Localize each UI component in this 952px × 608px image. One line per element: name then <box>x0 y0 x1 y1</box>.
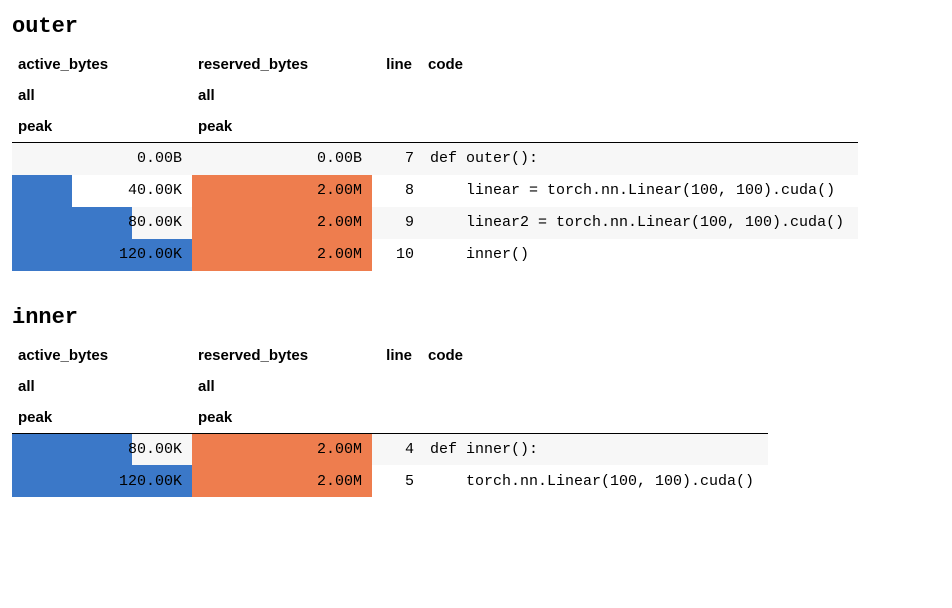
code-cell: linear2 = torch.nn.Linear(100, 100).cuda… <box>422 207 858 239</box>
column-header-l1: reserved_bytes <box>192 49 372 80</box>
active-bytes-value: 80.00K <box>128 441 184 458</box>
memory-report-section: inneractive_bytesreserved_byteslinecodea… <box>12 305 940 498</box>
line-number-cell: 4 <box>372 433 422 465</box>
table-row: 80.00K 2.00M 4def inner(): <box>12 433 768 465</box>
reserved-bytes-value: 2.00M <box>317 182 364 199</box>
column-header-l3 <box>372 402 422 434</box>
section-title: inner <box>12 305 940 330</box>
column-header-l1: reserved_bytes <box>192 340 372 371</box>
section-title: outer <box>12 14 940 39</box>
reserved-bytes-cell: 2.00M <box>192 239 372 271</box>
column-header-l2: all <box>12 80 192 111</box>
active-bytes-cell: 40.00K <box>12 175 192 207</box>
column-header-l3: peak <box>192 111 372 143</box>
active-bytes-value: 120.00K <box>119 473 184 490</box>
table-row: 0.00B 0.00B 7def outer(): <box>12 143 858 175</box>
table-row: 120.00K 2.00M 5 torch.nn.Linear(100, 100).… <box>12 465 768 497</box>
active-bytes-value: 80.00K <box>128 214 184 231</box>
active-bytes-bar <box>12 434 132 466</box>
column-header-l1: active_bytes <box>12 340 192 371</box>
column-header-l3: peak <box>12 402 192 434</box>
reserved-bytes-cell: 0.00B <box>192 143 372 175</box>
column-header-l3 <box>422 402 768 434</box>
active-bytes-cell: 0.00B <box>12 143 192 175</box>
line-number-cell: 8 <box>372 175 422 207</box>
reserved-bytes-value: 2.00M <box>317 473 364 490</box>
active-bytes-cell: 120.00K <box>12 239 192 271</box>
column-header-l2 <box>372 371 422 402</box>
code-cell: def outer(): <box>422 143 858 175</box>
column-header-l3 <box>422 111 858 143</box>
column-header-l3 <box>372 111 422 143</box>
reserved-bytes-cell: 2.00M <box>192 175 372 207</box>
active-bytes-bar <box>12 175 72 207</box>
column-header-l3: peak <box>12 111 192 143</box>
line-number-cell: 5 <box>372 465 422 497</box>
reserved-bytes-value: 2.00M <box>317 214 364 231</box>
reserved-bytes-value: 2.00M <box>317 441 364 458</box>
line-number-cell: 9 <box>372 207 422 239</box>
column-header-l1: line <box>372 340 422 371</box>
line-number-cell: 10 <box>372 239 422 271</box>
active-bytes-cell: 80.00K <box>12 433 192 465</box>
reserved-bytes-cell: 2.00M <box>192 433 372 465</box>
column-header-l2 <box>422 80 858 111</box>
memory-table: active_bytesreserved_byteslinecode allall… <box>12 340 768 498</box>
active-bytes-value: 0.00B <box>137 150 184 167</box>
table-row: 80.00K 2.00M 9 linear2 = torch.nn.Linear(1… <box>12 207 858 239</box>
reserved-bytes-value: 2.00M <box>317 246 364 263</box>
code-cell: linear = torch.nn.Linear(100, 100).cuda(… <box>422 175 858 207</box>
active-bytes-cell: 120.00K <box>12 465 192 497</box>
code-cell: def inner(): <box>422 433 768 465</box>
column-header-l1: code <box>422 340 768 371</box>
active-bytes-value: 40.00K <box>128 182 184 199</box>
column-header-l2 <box>422 371 768 402</box>
active-bytes-cell: 80.00K <box>12 207 192 239</box>
column-header-l2: all <box>12 371 192 402</box>
column-header-l3: peak <box>192 402 372 434</box>
reserved-bytes-cell: 2.00M <box>192 207 372 239</box>
active-bytes-bar <box>12 207 132 239</box>
column-header-l1: code <box>422 49 858 80</box>
line-number-cell: 7 <box>372 143 422 175</box>
code-cell: torch.nn.Linear(100, 100).cuda() <box>422 465 768 497</box>
code-cell: inner() <box>422 239 858 271</box>
reserved-bytes-value: 0.00B <box>317 150 364 167</box>
memory-report-section: outeractive_bytesreserved_byteslinecodea… <box>12 14 940 271</box>
column-header-l2: all <box>192 371 372 402</box>
column-header-l1: active_bytes <box>12 49 192 80</box>
column-header-l1: line <box>372 49 422 80</box>
column-header-l2: all <box>192 80 372 111</box>
column-header-l2 <box>372 80 422 111</box>
memory-table: active_bytesreserved_byteslinecode allall… <box>12 49 858 271</box>
table-row: 120.00K 2.00M 10 inner() <box>12 239 858 271</box>
active-bytes-value: 120.00K <box>119 246 184 263</box>
table-row: 40.00K 2.00M 8 linear = torch.nn.Linear(10… <box>12 175 858 207</box>
reserved-bytes-cell: 2.00M <box>192 465 372 497</box>
